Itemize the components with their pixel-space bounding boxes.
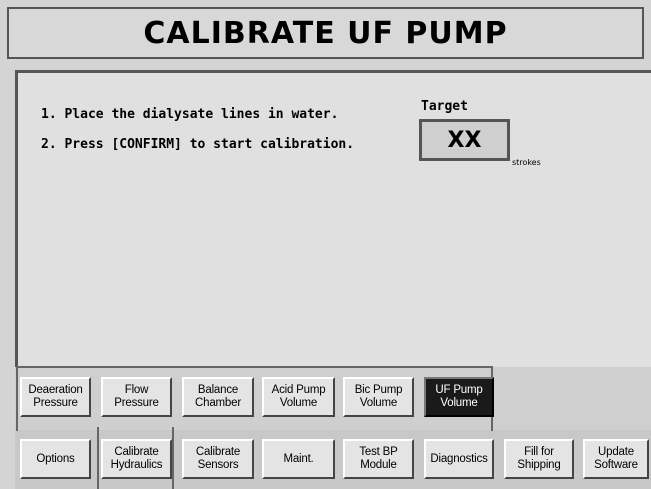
tab-update-software[interactable]: Update Software — [583, 439, 649, 479]
tab-calibrate-hydraulics[interactable]: Calibrate Hydraulics — [101, 439, 172, 479]
target-value: XX — [447, 127, 482, 153]
title-bar: CALIBRATE UF PUMP — [7, 7, 644, 59]
target-value-box: XX — [419, 119, 510, 161]
instruction-step-2: 2. Press [CONFIRM] to start calibration. — [41, 137, 355, 152]
tab-test-bp-module[interactable]: Test BP Module — [343, 439, 414, 479]
target-label: Target — [421, 99, 468, 114]
tab-diagnostics[interactable]: Diagnostics — [424, 439, 494, 479]
instruction-step-1: 1. Place the dialysate lines in water. — [41, 107, 339, 122]
page-title: CALIBRATE UF PUMP — [143, 15, 508, 51]
tab-uf-pump-volume[interactable]: UF Pump Volume — [424, 377, 494, 417]
tab-bic-pump-volume[interactable]: Bic Pump Volume — [343, 377, 414, 417]
tab-acid-pump-volume[interactable]: Acid Pump Volume — [262, 377, 335, 417]
tab-fill-for-shipping[interactable]: Fill for Shipping — [504, 439, 574, 479]
tab-flow-pressure[interactable]: Flow Pressure — [101, 377, 172, 417]
main-panel: 1. Place the dialysate lines in water. 2… — [15, 70, 651, 372]
target-unit: strokes — [512, 158, 541, 167]
tab-deaeration-pressure[interactable]: Deaeration Pressure — [20, 377, 91, 417]
tab-options[interactable]: Options — [20, 439, 91, 479]
tab-balance-chamber[interactable]: Balance Chamber — [182, 377, 254, 417]
tab-calibrate-sensors[interactable]: Calibrate Sensors — [182, 439, 254, 479]
tab-maint[interactable]: Maint. — [262, 439, 335, 479]
